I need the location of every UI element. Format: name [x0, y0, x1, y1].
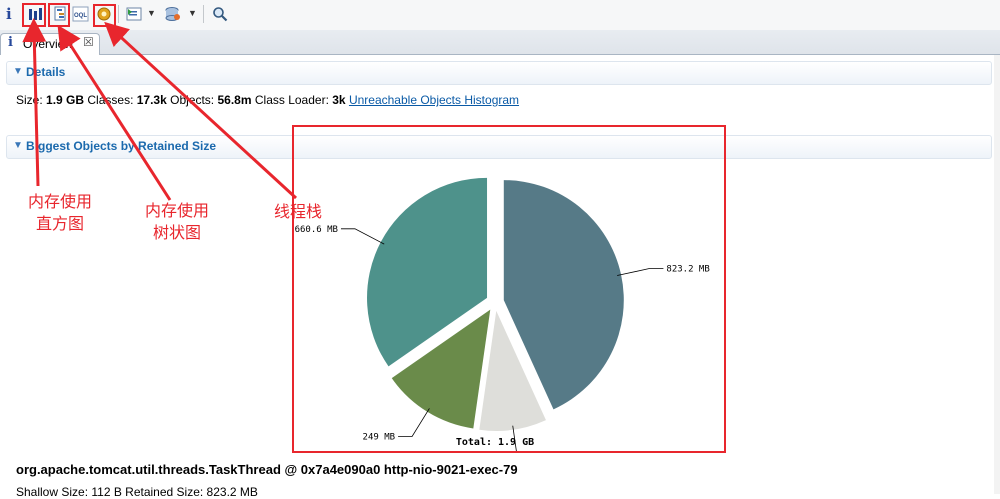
- annotation-threads: 线程栈: [266, 202, 330, 224]
- annotation-text: 线程栈: [273, 204, 322, 221]
- annotation-arrows: [22, 18, 298, 201]
- object-sizes: Shallow Size: 112 B Retained Size: 823.2…: [16, 485, 258, 499]
- annotation-tree: 内存使用 树状图: [137, 201, 217, 245]
- annotation-histogram: 内存使用 直方图: [20, 192, 100, 236]
- object-title[interactable]: org.apache.tomcat.util.threads.TaskThrea…: [16, 462, 518, 477]
- annotation-text: 内存使用 直方图: [27, 194, 92, 233]
- annotation-text: 内存使用 树状图: [144, 203, 209, 242]
